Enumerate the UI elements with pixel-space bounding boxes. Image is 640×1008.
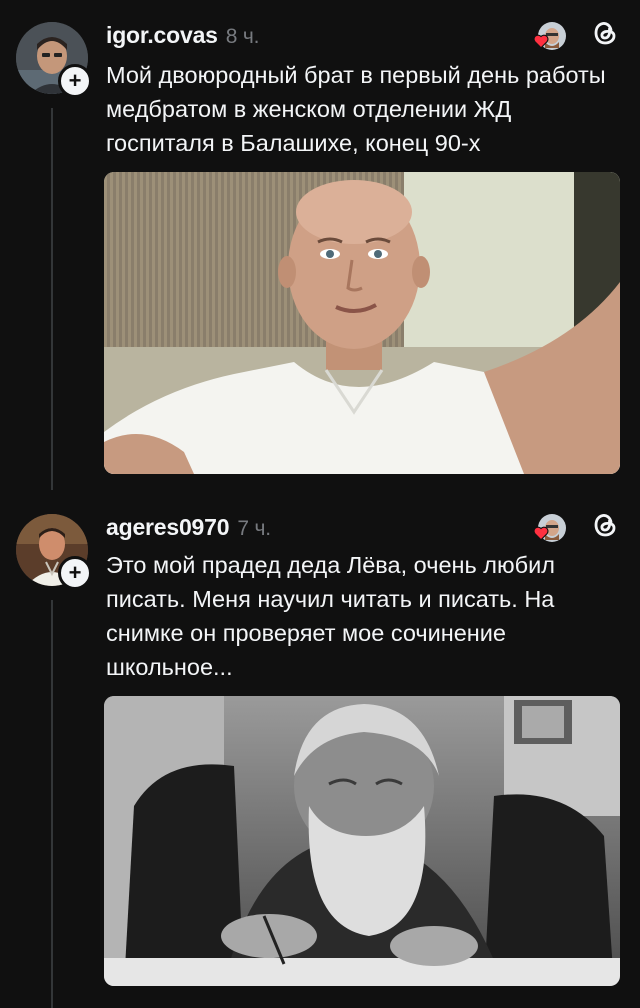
heart-icon [533,526,549,541]
thread-line [51,600,53,1008]
avatar-wrap[interactable]: + [16,22,92,98]
post: + igor.covas 8 ч. Мой двоюродный брат в п… [0,0,640,490]
liked-by-avatar[interactable] [532,508,568,544]
post-text: Это мой прадед деда Лёва, очень любил пи… [106,552,555,680]
photo-old-bearded-man-writing-icon [104,696,620,986]
heart-icon [533,34,549,49]
post-time: 7 ч. [237,517,271,540]
threads-logo-icon[interactable] [590,18,620,48]
post-time: 8 ч. [225,25,260,48]
username[interactable]: igor.covas 8 ч. [106,22,259,49]
post: + ageres0970 7 ч. Это мой прадед деда Лёв… [0,492,640,1008]
avatar-wrap[interactable]: + [16,514,92,590]
thread-line [51,108,53,490]
username[interactable]: ageres0970 7 ч. [106,514,271,541]
follow-plus-icon[interactable]: + [58,64,92,98]
liked-by-avatar[interactable] [532,16,568,52]
follow-plus-icon[interactable]: + [58,556,92,590]
post-image[interactable] [104,696,620,986]
threads-logo-icon[interactable] [590,510,620,540]
post-text: Мой двоюродный брат в первый день работы… [106,62,606,156]
post-header: ageres0970 7 ч. [106,512,620,550]
photo-bald-man-selfie-icon [104,172,620,474]
post-image[interactable] [104,172,620,474]
post-header: igor.covas 8 ч. [106,20,620,58]
